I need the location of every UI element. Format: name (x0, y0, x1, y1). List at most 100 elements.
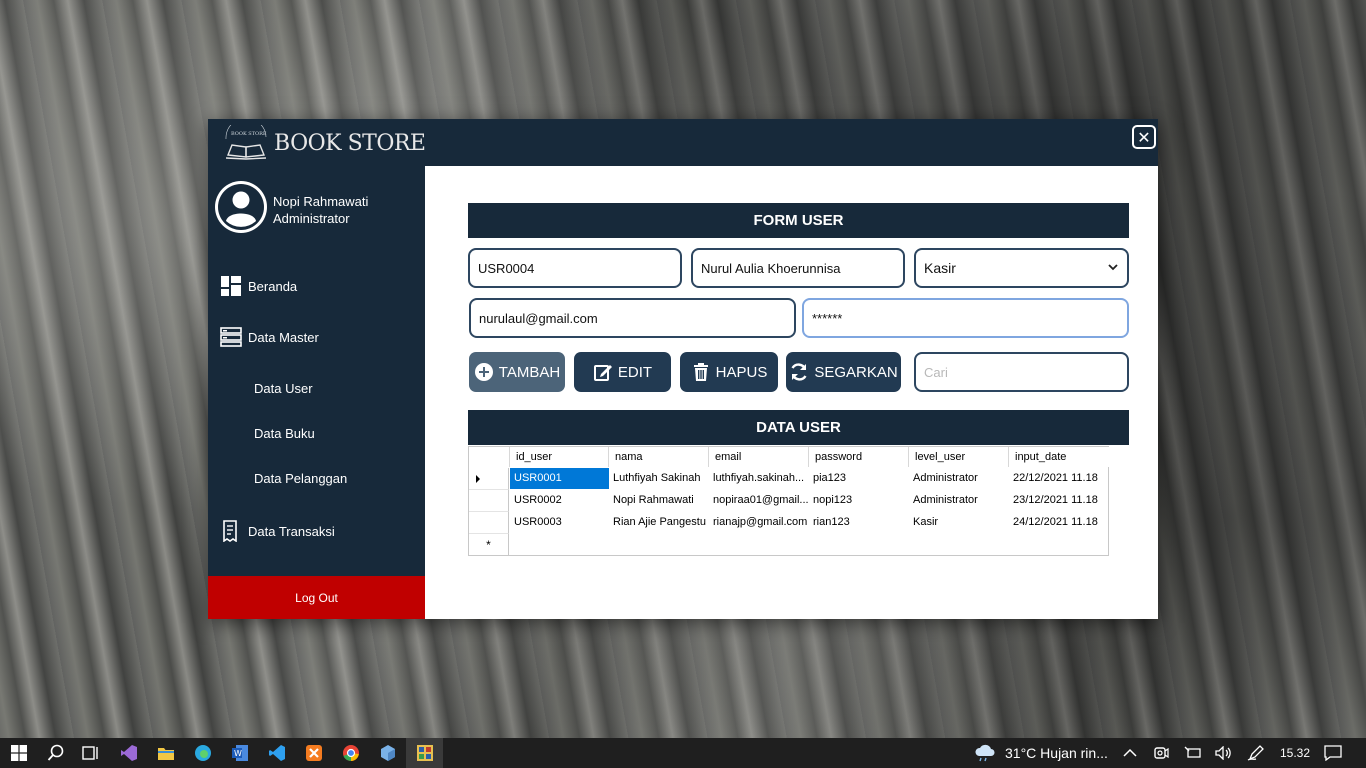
password-field[interactable]: ****** (802, 298, 1129, 338)
sidebar-item-label: Data Transaksi (248, 523, 335, 539)
task-view-button[interactable] (72, 738, 109, 768)
vscode-app[interactable] (258, 738, 295, 768)
xampp-icon (305, 745, 322, 761)
table-cell[interactable]: nopi123 (809, 490, 909, 511)
clock[interactable]: 15.32 (1280, 738, 1310, 768)
search-input[interactable]: Cari (914, 352, 1129, 392)
close-button[interactable]: ✕ (1132, 125, 1156, 149)
word-app[interactable]: W (221, 738, 258, 768)
column-header[interactable]: input_date (1009, 447, 1109, 467)
app-window: BOOK STORE BOOK STORE ✕ Nopi Rahmawati A… (208, 119, 1158, 619)
table-cell[interactable]: Kasir (909, 512, 1009, 533)
sidebar-item-label: Data Buku (254, 425, 315, 441)
column-header[interactable]: password (809, 447, 909, 467)
sidebar-item-label: Data Pelanggan (254, 470, 348, 486)
show-hidden-icons-button[interactable] (1113, 738, 1147, 768)
receipt-icon (220, 520, 242, 542)
notifications-button[interactable] (1316, 738, 1350, 768)
edit-icon (593, 365, 612, 381)
folder-icon (157, 748, 174, 760)
volume-button[interactable] (1209, 738, 1239, 768)
volume-icon (1215, 746, 1231, 760)
sidebar-item-data-transaksi[interactable]: Data Transaksi (208, 513, 425, 549)
table-cell[interactable]: USR0002 (510, 490, 609, 511)
column-header[interactable]: email (709, 447, 809, 467)
segarkan-button[interactable]: SEGARKAN (786, 352, 901, 392)
column-header[interactable]: nama (609, 447, 709, 467)
sidebar-item-beranda[interactable]: Beranda (208, 268, 425, 304)
hapus-label: HAPUS (715, 363, 768, 381)
table-cell[interactable]: 24/12/2021 11.18 (1009, 512, 1109, 533)
server-icon (220, 326, 242, 348)
word-icon: W (231, 745, 248, 761)
meet-now-button[interactable] (1146, 738, 1176, 768)
search-icon (47, 744, 63, 761)
table-cell[interactable]: Luthfiyah Sakinah (609, 468, 709, 489)
column-header[interactable]: level_user (909, 447, 1009, 467)
weather-text[interactable]: 31°C Hujan rin... (1005, 738, 1108, 768)
row-header[interactable] (469, 468, 509, 490)
table-cell[interactable]: nopiraa01@gmail... (709, 490, 809, 511)
table-cell[interactable]: Administrator (909, 490, 1009, 511)
weather-widget[interactable] (968, 738, 1002, 768)
tambah-button[interactable]: TAMBAH (469, 352, 565, 392)
task-view-icon (81, 746, 98, 760)
sidebar-item-label: Beranda (248, 278, 298, 294)
logout-button[interactable]: Log Out (208, 576, 425, 619)
book-logo-icon: BOOK STORE (225, 125, 267, 160)
sidebar-item-data-buku[interactable]: Data Buku (208, 417, 425, 449)
bookstore-app-icon (416, 745, 433, 761)
table-cell[interactable]: USR0003 (510, 512, 609, 533)
user-name: Nopi Rahmawati (273, 194, 369, 209)
start-button[interactable] (0, 738, 37, 768)
email-field[interactable]: nurulaul@gmail.com (469, 298, 796, 338)
row-header[interactable] (469, 512, 509, 534)
sidebar-item-label: Data Master (248, 329, 319, 345)
table-cell[interactable]: Rian Ajie Pangestu (609, 512, 709, 533)
visual-studio-app[interactable] (110, 738, 147, 768)
title-bar: BOOK STORE BOOK STORE ✕ (208, 119, 1158, 166)
sidebar: Nopi Rahmawati Administrator Beranda Dat… (208, 166, 425, 619)
chrome-app[interactable] (332, 738, 369, 768)
table-cell[interactable]: pia123 (809, 468, 909, 489)
search-button[interactable] (37, 738, 74, 768)
network-button[interactable] (1178, 738, 1208, 768)
column-header[interactable]: id_user (510, 447, 609, 467)
logo-arc-text: BOOK STORE (231, 131, 267, 137)
xampp-app[interactable] (295, 738, 332, 768)
bookstore-app[interactable] (406, 738, 443, 768)
box-app[interactable] (369, 738, 406, 768)
brand-logo: BOOK STORE BOOK STORE (222, 125, 426, 161)
new-row-header[interactable]: * (469, 534, 509, 556)
sidebar-item-data-pelanggan[interactable]: Data Pelanggan (208, 462, 425, 494)
hapus-button[interactable]: HAPUS (680, 352, 778, 392)
table-cell[interactable]: 23/12/2021 11.18 (1009, 490, 1109, 511)
table-cell[interactable]: luthfiyah.sakinah... (709, 468, 809, 489)
file-explorer-app[interactable] (147, 738, 184, 768)
sidebar-item-data-master[interactable]: Data Master (208, 319, 425, 355)
battery-plug-icon (1184, 746, 1201, 758)
sidebar-item-data-user[interactable]: Data User (208, 372, 425, 404)
edge-app[interactable] (184, 738, 221, 768)
grid-header: id_user nama email password level_user i… (469, 447, 1109, 467)
trash-icon (693, 363, 708, 381)
svg-text:W: W (234, 749, 242, 758)
table-cell[interactable]: Nopi Rahmawati (609, 490, 709, 511)
id-user-field[interactable]: USR0004 (468, 248, 682, 288)
close-icon: ✕ (1137, 127, 1151, 147)
table-cell[interactable]: rianajp@gmail.com (709, 512, 809, 533)
pen-button[interactable] (1241, 738, 1271, 768)
table-cell[interactable]: 22/12/2021 11.18 (1009, 468, 1109, 489)
level-select[interactable]: Kasir (914, 248, 1129, 288)
edit-button[interactable]: EDIT (574, 352, 671, 392)
nama-field[interactable]: Nurul Aulia Khoerunnisa (691, 248, 905, 288)
table-cell[interactable]: Administrator (909, 468, 1009, 489)
avatar (215, 181, 267, 233)
chrome-icon (342, 745, 359, 762)
refresh-icon (791, 363, 807, 381)
row-header[interactable] (469, 490, 509, 512)
data-user-grid[interactable]: id_user nama email password level_user i… (468, 446, 1109, 556)
cube-icon (380, 745, 395, 761)
table-cell[interactable]: rian123 (809, 512, 909, 533)
table-cell[interactable]: USR0001 (510, 468, 609, 489)
